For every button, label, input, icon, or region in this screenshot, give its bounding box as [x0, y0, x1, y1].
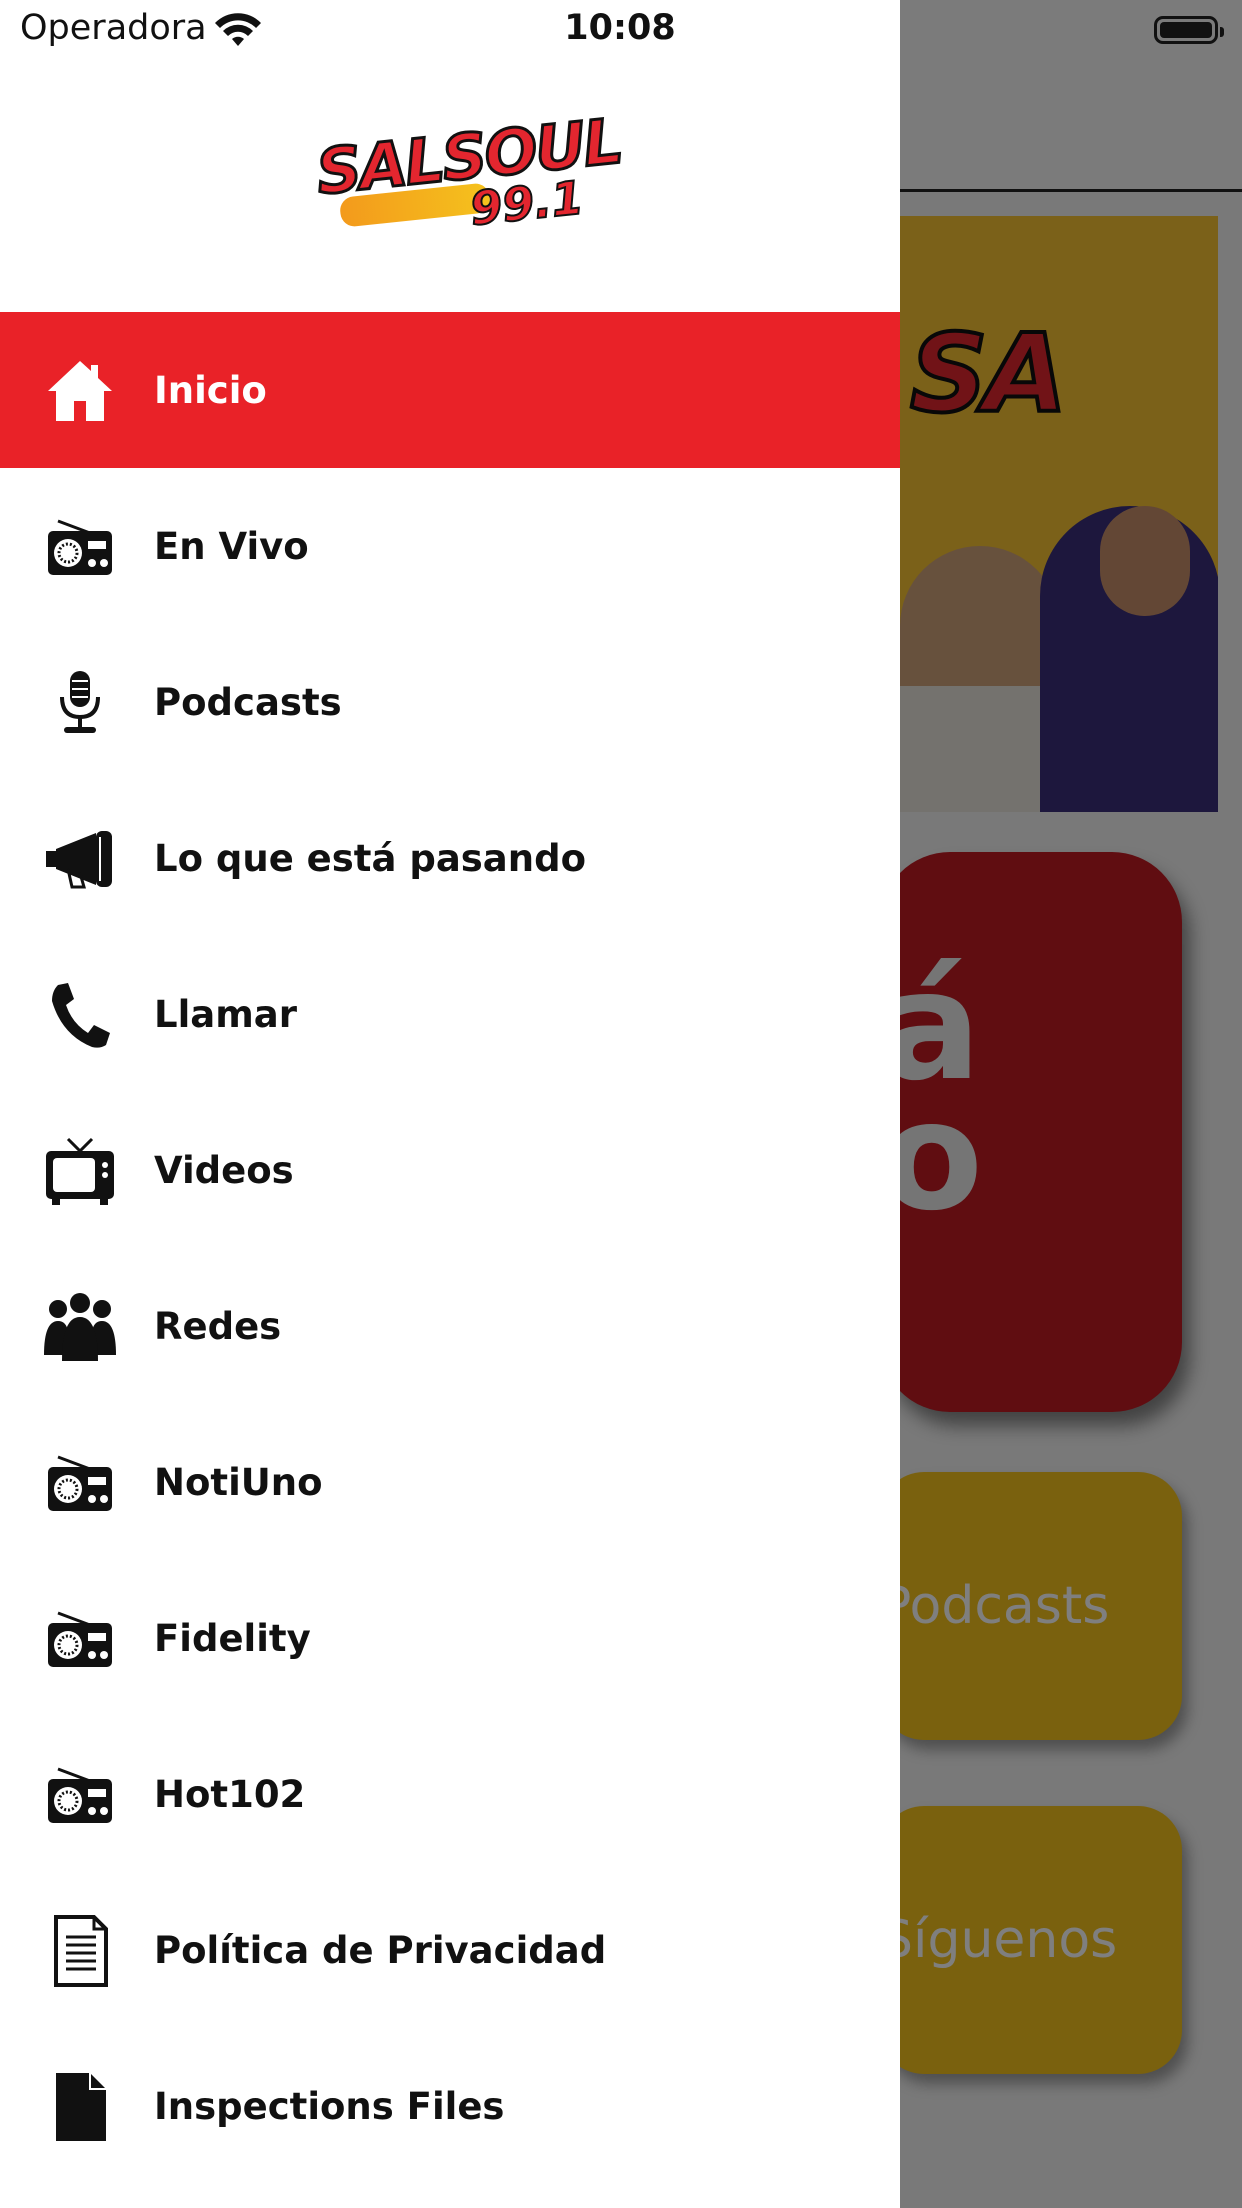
menu-item-label: Hot102: [154, 1772, 306, 1816]
clock: 10:08: [564, 8, 676, 48]
side-drawer: Operadora 10:08 SALSOUL 99.1 Inicio En V…: [0, 0, 900, 2208]
megaphone-icon: [44, 823, 116, 895]
wifi-icon: [214, 12, 262, 48]
menu-item-inicio[interactable]: Inicio: [0, 312, 900, 468]
document-icon: [44, 1915, 116, 1987]
home-icon: [44, 355, 116, 427]
logo-frequency: 99.1: [466, 169, 587, 237]
people-icon: [44, 1291, 116, 1363]
radio-icon: [44, 511, 116, 583]
menu-item-label: Podcasts: [154, 680, 342, 724]
menu-item-politica-de-privacidad[interactable]: Política de Privacidad: [0, 1872, 900, 2028]
file-icon: [44, 2071, 116, 2143]
status-bar: Operadora 10:08: [0, 0, 900, 60]
radio-icon: [44, 1759, 116, 1831]
tv-icon: [44, 1135, 116, 1207]
brand-logo: SALSOUL 99.1: [310, 103, 626, 240]
menu-item-podcasts[interactable]: Podcasts: [0, 624, 900, 780]
phone-icon: [44, 979, 116, 1051]
menu-item-videos[interactable]: Videos: [0, 1092, 900, 1248]
menu-item-fidelity[interactable]: Fidelity: [0, 1560, 900, 1716]
menu-item-hot102[interactable]: Hot102: [0, 1716, 900, 1872]
menu-item-label: Inicio: [154, 368, 267, 412]
drawer-menu: Inicio En Vivo Podcasts Lo que está pasa…: [0, 312, 900, 2184]
menu-item-label: Videos: [154, 1148, 294, 1192]
menu-item-label: Redes: [154, 1304, 282, 1348]
menu-item-inspections-files[interactable]: Inspections Files: [0, 2028, 900, 2184]
menu-item-en-vivo[interactable]: En Vivo: [0, 468, 900, 624]
menu-item-notiuno[interactable]: NotiUno: [0, 1404, 900, 1560]
menu-item-label: NotiUno: [154, 1460, 323, 1504]
microphone-icon: [44, 667, 116, 739]
menu-item-label: Fidelity: [154, 1616, 311, 1660]
menu-item-lo-que-esta-pasando[interactable]: Lo que está pasando: [0, 780, 900, 936]
menu-item-label: Lo que está pasando: [154, 836, 587, 880]
radio-icon: [44, 1603, 116, 1675]
menu-item-label: En Vivo: [154, 524, 309, 568]
menu-item-redes[interactable]: Redes: [0, 1248, 900, 1404]
menu-item-label: Inspections Files: [154, 2084, 505, 2128]
menu-item-label: Política de Privacidad: [154, 1928, 607, 1972]
battery-icon: [1154, 16, 1224, 44]
menu-item-llamar[interactable]: Llamar: [0, 936, 900, 1092]
carrier-label: Operadora: [20, 8, 207, 48]
menu-item-label: Llamar: [154, 992, 297, 1036]
radio-icon: [44, 1447, 116, 1519]
